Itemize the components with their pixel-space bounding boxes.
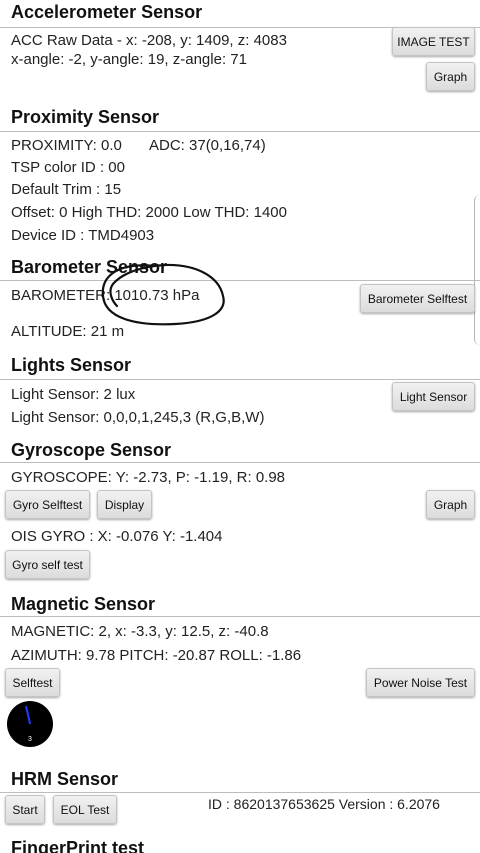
proximity-adc: ADC: 37(0,16,74) [149,137,266,154]
acc-angle: x-angle: -2, y-angle: 19, z-angle: 71 [11,51,247,68]
proximity-thresholds: Offset: 0 High THD: 2000 Low THD: 1400 [11,204,287,221]
proximity-title: Proximity Sensor [11,107,160,127]
compass-icon: 3 [7,701,53,747]
hrm-start-button[interactable]: Start [5,795,45,824]
hrm-title: HRM Sensor [11,769,119,789]
magnetic-title: Magnetic Sensor [11,594,156,614]
scrollbar[interactable] [474,195,480,345]
gyro-graph-button[interactable]: Graph [426,490,475,519]
divider [0,379,480,380]
divider [0,792,480,793]
barometer-selftest-button[interactable]: Barometer Selftest [360,284,475,313]
compass-value: 3 [28,736,32,743]
magnetic-selftest-button[interactable]: Selftest [5,668,60,697]
magnetic-reading: MAGNETIC: 2, x: -3.3, y: 12.5, z: -40.8 [11,623,269,640]
divider [0,616,480,617]
acc-graph-button[interactable]: Graph [426,62,475,91]
light-sensor-button[interactable]: Light Sensor [392,382,475,411]
divider [0,280,480,281]
proximity-reading: PROXIMITY: 0.0 [11,137,122,154]
divider [0,462,480,463]
fingerprint-title: FingerPrint test [11,838,145,853]
acc-raw-data: ACC Raw Data - x: -208, y: 1409, z: 4083 [11,32,287,49]
default-trim: Default Trim : 15 [11,181,122,198]
divider [0,131,480,132]
accelerometer-title: Accelerometer Sensor [11,2,203,22]
image-test-button[interactable]: IMAGE TEST [392,27,475,56]
light-rgbw: Light Sensor: 0,0,0,1,245,3 (R,G,B,W) [11,409,265,426]
lights-title: Lights Sensor [11,355,132,375]
power-noise-test-button[interactable]: Power Noise Test [366,668,475,697]
azimuth-pitch-roll: AZIMUTH: 9.78 PITCH: -20.87 ROLL: -1.86 [11,647,302,664]
tsp-color-id: TSP color ID : 00 [11,159,125,176]
annotation-circle-icon [101,263,225,326]
gyroscope-reading: GYROSCOPE: Y: -2.73, P: -1.19, R: 0.98 [11,469,286,486]
ois-gyro-reading: OIS GYRO : X: -0.076 Y: -1.404 [11,528,223,545]
gyro-self-test-button[interactable]: Gyro self test [5,550,90,579]
hrm-id-version: ID : 8620137653625 Version : 6.2076 [208,796,440,812]
light-lux: Light Sensor: 2 lux [11,386,136,403]
eol-test-button[interactable]: EOL Test [53,795,117,824]
gyro-selftest-button[interactable]: Gyro Selftest [5,490,90,519]
gyroscope-title: Gyroscope Sensor [11,440,172,460]
device-id: Device ID : TMD4903 [11,227,155,244]
gyro-display-button[interactable]: Display [97,490,152,519]
